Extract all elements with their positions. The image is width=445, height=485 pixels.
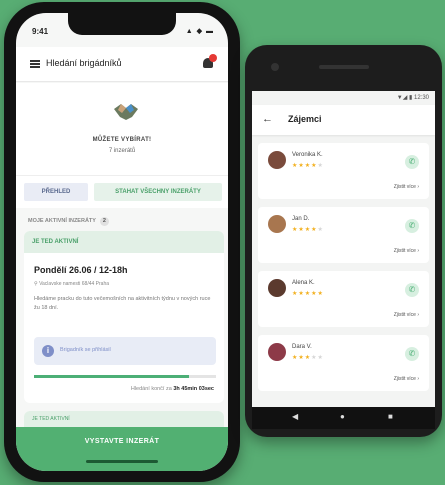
nav-home-icon[interactable]: ● — [340, 412, 345, 421]
tab-all-ads[interactable]: STAHAT VŠECHNY INZERÁTY — [94, 183, 222, 201]
ad-card[interactable]: JE TED AKTIVNÍ Pondělí 26.06 / 12-18h ⚲ … — [24, 231, 224, 403]
phone-icon[interactable]: ✆ — [405, 155, 419, 169]
more-link[interactable]: Zjistit více › — [394, 248, 419, 254]
rating-stars: ★★★★★ — [292, 291, 324, 297]
ad-card-date: Pondělí 26.06 / 12-18h — [34, 265, 128, 275]
ad-card-2-status: JE TED AKTIVNÍ — [24, 411, 224, 427]
ad-card-address-text: Vaclavske namesti 68/44 Praha — [39, 281, 110, 287]
android-app-bar: ← Zájemci — [252, 105, 435, 135]
more-link-text: Zjistit více — [393, 312, 416, 318]
countdown-label: Hledání končí za — [130, 386, 172, 392]
android-device: ▼◢ ▮ 12:30 ← Zájemci Veronika K. ★★★★★ ✆ Zj… — [245, 45, 442, 437]
rating-stars: ★★★★★ — [292, 355, 324, 361]
info-banner[interactable]: i Brigadník se přihlásil — [34, 337, 216, 365]
more-link-text: Zjistit více — [393, 184, 416, 190]
page-title: Hledání brigádníků — [46, 58, 122, 68]
more-link-text: Zjistit více — [393, 376, 416, 382]
applicant-name: Alena K. — [292, 280, 315, 286]
home-indicator[interactable] — [86, 460, 158, 463]
camera — [271, 63, 279, 71]
tab-overview[interactable]: PŘEHLED — [24, 183, 88, 201]
rating-stars: ★★★★★ — [292, 163, 324, 169]
menu-icon[interactable] — [30, 60, 40, 68]
android-screen: ▼◢ ▮ 12:30 ← Zájemci Veronika K. ★★★★★ ✆ Zj… — [252, 91, 435, 407]
applicant-name: Veronika K. — [292, 152, 323, 158]
applicants-title: Zájemci — [288, 114, 322, 124]
more-link[interactable]: Zjistit více › — [394, 312, 419, 318]
countdown: Hledání končí za 3h 45min 03sec — [131, 386, 214, 392]
avatar[interactable] — [268, 279, 286, 297]
iphone-notch — [68, 13, 176, 35]
hero-line-2: 7 inzerátů — [108, 148, 136, 154]
more-link-text: Zjistit více — [393, 248, 416, 254]
more-link[interactable]: Zjistit více › — [394, 184, 419, 190]
progress-bar — [34, 375, 216, 378]
phone-icon[interactable]: ✆ — [405, 347, 419, 361]
bell-icon[interactable] — [202, 54, 217, 69]
info-text: Brigadník se přihlásil — [60, 347, 111, 353]
iphone-screen: 9:41 ▲ ◆ ▬ Hledání brigádníků MŮŽETE VYB… — [16, 13, 228, 471]
phone-icon[interactable]: ✆ — [405, 283, 419, 297]
iphone-device: 9:41 ▲ ◆ ▬ Hledání brigádníků MŮŽETE VYB… — [4, 2, 240, 482]
section-count: 2 — [99, 217, 109, 226]
progress-fill — [34, 375, 189, 378]
ad-card-description: Hledáme pracku do tuto večemošních na ak… — [34, 296, 211, 311]
app-bar: Hledání brigádníků — [16, 47, 228, 82]
ad-card-address: ⚲ Vaclavske namesti 68/44 Praha — [34, 281, 110, 287]
ad-card-status: JE TED AKTIVNÍ — [24, 231, 224, 253]
applicant-name: Dara V. — [292, 344, 312, 350]
info-icon: i — [42, 345, 54, 357]
android-status-bar: ▼◢ ▮ 12:30 — [396, 95, 429, 101]
avatar[interactable] — [268, 343, 286, 361]
applicant-card[interactable]: Veronika K. ★★★★★ ✆ Zjistit více › — [258, 143, 429, 199]
status-icons: ▲ ◆ ▬ — [185, 28, 214, 35]
nav-back-icon[interactable]: ◀ — [292, 412, 298, 421]
tab-bar: PŘEHLED STAHAT VŠECHNY INZERÁTY — [16, 175, 228, 208]
avatar[interactable] — [268, 215, 286, 233]
hero-banner: MŮŽETE VYBÍRAT! 7 inzerátů — [16, 83, 228, 175]
rating-stars: ★★★★★ — [292, 227, 324, 233]
notification-dot — [209, 54, 217, 62]
applicant-name: Jan D. — [292, 216, 310, 222]
avatar[interactable] — [268, 151, 286, 169]
applicant-card[interactable]: Jan D. ★★★★★ ✆ Zjistit více › — [258, 207, 429, 263]
section-title: MOJE AKTIVNÍ INZERÁTY 2 — [28, 217, 109, 226]
hero-line-1: MŮŽETE VYBÍRAT! — [92, 137, 152, 143]
nav-recents-icon[interactable]: ■ — [388, 412, 393, 421]
section-title-text: MOJE AKTIVNÍ INZERÁTY — [28, 218, 96, 224]
applicant-card[interactable]: Alena K. ★★★★★ ✆ Zjistit více › — [258, 271, 429, 327]
speaker — [319, 65, 369, 69]
android-nav-bar: ◀ ● ■ — [252, 407, 435, 429]
applicant-card[interactable]: Dara V. ★★★★★ ✆ Zjistit více › — [258, 335, 429, 391]
countdown-value: 3h 45min 03sec — [173, 386, 214, 392]
status-time: 9:41 — [32, 27, 49, 36]
phone-icon[interactable]: ✆ — [405, 219, 419, 233]
more-link[interactable]: Zjistit více › — [394, 376, 419, 382]
handshake-icon — [114, 104, 138, 120]
arrow-left-icon[interactable]: ← — [262, 113, 273, 125]
create-ad-button[interactable]: VYSTAVTE INZERÁT — [16, 427, 228, 471]
